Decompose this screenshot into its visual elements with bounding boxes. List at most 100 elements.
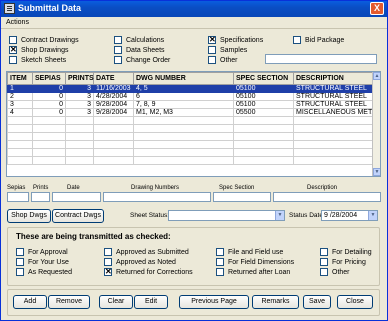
spec-section-label: Spec Section [219, 185, 255, 191]
window-close-button[interactable]: X [370, 2, 384, 15]
header-spec-section[interactable]: SPEC SECTION [233, 72, 294, 85]
checkbox-box[interactable] [16, 268, 24, 276]
prints-input[interactable] [31, 192, 50, 202]
checkbox-approved-as-submitted[interactable]: Approved as Submitted [104, 248, 189, 256]
checkbox-box[interactable] [320, 258, 328, 266]
checkbox-box[interactable] [9, 56, 17, 64]
date-input[interactable] [52, 192, 101, 202]
drawing-numbers-input[interactable] [103, 192, 211, 202]
header-dwg-number[interactable]: DWG NUMBER [133, 72, 234, 85]
cell-item: 4 [7, 108, 33, 117]
submittal-items-grid[interactable]: ITEM SEPIAS PRINTS DATE DWG NUMBER SPEC … [6, 71, 381, 177]
date-label: Date [67, 185, 80, 191]
checkbox-box[interactable] [320, 248, 328, 256]
checkbox-contract-drawings[interactable]: Contract Drawings [9, 36, 79, 44]
checkbox-sketch-sheets[interactable]: Sketch Sheets [9, 56, 66, 64]
checkbox-approved-as-noted[interactable]: Approved as Noted [104, 258, 176, 266]
checkbox-for-your-use[interactable]: For Your Use [16, 258, 69, 266]
checkbox-returned-after-loan[interactable]: Returned after Loan [216, 268, 290, 276]
checkbox-box[interactable] [104, 258, 112, 266]
status-date-picker[interactable]: 9 /28/2004 ▼ [321, 210, 378, 221]
grid-vertical-scrollbar[interactable]: ▲ ▼ [372, 72, 380, 176]
clear-button[interactable]: Clear [99, 295, 133, 309]
remove-button[interactable]: Remove [48, 295, 90, 309]
checkbox-for-pricing[interactable]: For Pricing [320, 258, 366, 266]
checkbox-box[interactable] [216, 268, 224, 276]
checkbox-for-approval[interactable]: For Approval [16, 248, 68, 256]
chevron-down-icon[interactable]: ▼ [368, 211, 377, 220]
table-row-empty [7, 132, 376, 141]
contract-dwgs-button[interactable]: Contract Dwgs [52, 209, 104, 223]
checkbox-box[interactable] [208, 35, 216, 45]
chevron-down-icon[interactable]: ▼ [275, 211, 284, 220]
checkbox-box[interactable] [104, 248, 112, 256]
previous-page-button[interactable]: Previous Page [179, 295, 249, 309]
checkbox-box[interactable] [16, 258, 24, 266]
header-sepias[interactable]: SEPIAS [32, 72, 66, 85]
checkbox-specifications[interactable]: Specifications [208, 35, 264, 45]
checkbox-change-order[interactable]: Change Order [114, 56, 170, 64]
table-row[interactable]: 4 0 3 9/28/2004 M1, M2, M3 05500 MISCELL… [7, 108, 376, 117]
checkbox-box[interactable] [9, 45, 17, 55]
checkbox-as-requested[interactable]: As Requested [16, 268, 72, 276]
checkbox-data-sheets[interactable]: Data Sheets [114, 46, 165, 54]
checkbox-shop-drawings[interactable]: Shop Drawings [9, 45, 68, 55]
checkbox-for-field-dimensions[interactable]: For Field Dimensions [216, 258, 294, 266]
cell-date: 9/28/2004 [93, 108, 134, 117]
add-button[interactable]: Add [13, 295, 47, 309]
checkbox-box[interactable] [208, 46, 216, 54]
header-prints[interactable]: PRINTS [65, 72, 94, 85]
other-text-field[interactable] [265, 54, 377, 64]
cell-spec-section: 05500 [233, 108, 294, 117]
checkbox-box[interactable] [216, 248, 224, 256]
checkbox-box[interactable] [208, 56, 216, 64]
checkbox-box[interactable] [320, 268, 328, 276]
checkbox-calculations[interactable]: Calculations [114, 36, 164, 44]
header-description[interactable]: DESCRIPTION [293, 72, 376, 85]
status-date-value: 9 /28/2004 [324, 212, 358, 219]
checkbox-transmit-other[interactable]: Other [320, 268, 350, 276]
description-input[interactable] [273, 192, 381, 202]
checkbox-samples[interactable]: Samples [208, 46, 247, 54]
checkbox-box[interactable] [114, 56, 122, 64]
checkbox-file-and-field-use[interactable]: File and Field use [216, 248, 283, 256]
header-item[interactable]: ITEM [7, 72, 33, 85]
checkbox-box[interactable] [9, 36, 17, 44]
checkbox-box[interactable] [16, 248, 24, 256]
edit-button[interactable]: Edit [134, 295, 168, 309]
table-row-empty [7, 140, 376, 149]
close-button[interactable]: Close [337, 295, 373, 309]
shop-dwgs-button[interactable]: Shop Dwgs [7, 209, 51, 223]
menu-actions[interactable]: Actions [6, 19, 29, 26]
checkbox-box[interactable] [104, 267, 112, 277]
spec-section-input[interactable] [213, 192, 271, 202]
cell-description: STRUCTURAL STEEL [293, 84, 376, 93]
title-bar[interactable]: Submittal Data X [1, 1, 387, 17]
cell-item: 1 [7, 84, 33, 93]
remarks-button[interactable]: Remarks [252, 295, 299, 309]
checkbox-box[interactable] [114, 46, 122, 54]
checkbox-other[interactable]: Other [208, 56, 238, 64]
checkbox-bid-package[interactable]: Bid Package [293, 36, 344, 44]
checkbox-returned-for-corrections[interactable]: Returned for Corrections [104, 267, 193, 277]
checkbox-box[interactable] [293, 36, 301, 44]
cell-sepias: 0 [32, 108, 66, 117]
table-row[interactable]: 1 0 3 11/16/2003 4, 5 05100 STRUCTURAL S… [7, 84, 376, 93]
table-row[interactable]: 3 0 3 9/28/2004 7, 8, 9 05100 STRUCTURAL… [7, 100, 376, 109]
checkbox-label: For Your Use [28, 258, 69, 266]
checkbox-for-detailing[interactable]: For Detailing [320, 248, 372, 256]
scroll-up-arrow-icon[interactable]: ▲ [373, 72, 380, 80]
table-row-empty [7, 148, 376, 157]
header-date[interactable]: DATE [93, 72, 134, 85]
sepias-input[interactable] [7, 192, 29, 202]
checkbox-box[interactable] [216, 258, 224, 266]
scroll-down-arrow-icon[interactable]: ▼ [373, 168, 380, 176]
sheet-status-dropdown[interactable]: ▼ [168, 210, 285, 221]
save-button[interactable]: Save [303, 295, 331, 309]
table-row[interactable]: 2 0 3 4/28/2004 6 05100 STRUCTURAL STEEL [7, 92, 376, 101]
checkbox-label: Specifications [220, 36, 264, 44]
checkbox-label: For Field Dimensions [228, 258, 295, 266]
checkbox-box[interactable] [114, 36, 122, 44]
checkbox-label: File and Field use [228, 248, 284, 256]
cell-date: 9/28/2004 [93, 100, 134, 109]
